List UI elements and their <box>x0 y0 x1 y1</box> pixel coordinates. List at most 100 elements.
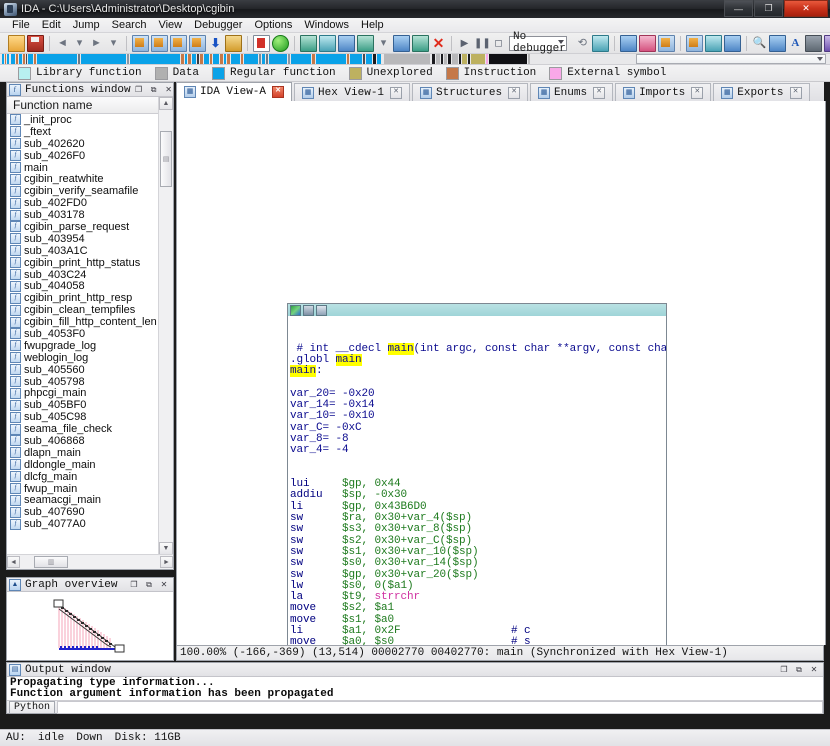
code-line-instruction[interactable]: lw $s0, 0($a1) <box>290 580 666 592</box>
functions-window-close-button[interactable]: ✕ <box>162 83 176 96</box>
code-line-instruction[interactable]: sw $s3, 0x30+var_8($sp) <box>290 523 666 535</box>
function-list[interactable]: f _init_proc f _ftext f sub_402620 f sub_4026F0… <box>7 114 159 555</box>
function-list-item[interactable]: f cgibin_fill_http_content_len <box>7 316 159 328</box>
minimize-button[interactable]: — <box>724 0 753 17</box>
maximize-button[interactable]: ❐ <box>754 0 783 17</box>
code-line-variable[interactable]: var_8= -8 <box>290 433 666 445</box>
tab-close-icon[interactable]: ✕ <box>508 86 521 99</box>
function-list-item[interactable]: f cgibin_parse_request <box>7 221 159 233</box>
list-view-icon[interactable] <box>685 34 703 52</box>
menu-debugger[interactable]: Debugger <box>188 18 248 32</box>
disassembly-window[interactable]: # int __cdecl main(int argc, const char … <box>287 303 667 645</box>
proximity-icon[interactable] <box>393 34 410 52</box>
graph-dropdown-icon[interactable]: ▾ <box>376 36 391 51</box>
output-window-float-button[interactable]: ⧉ <box>792 663 806 676</box>
functions-window-float-button[interactable]: ⧉ <box>147 83 161 96</box>
call-graph-icon[interactable] <box>357 34 374 52</box>
step-over-icon[interactable] <box>638 34 656 52</box>
tab-hex-view-1[interactable]: ▦ Hex View-1 ✕ <box>294 83 411 101</box>
function-list-item[interactable]: f sub_4077A0 <box>7 518 159 530</box>
open-file-icon[interactable] <box>8 34 25 52</box>
data-icon[interactable] <box>151 34 168 52</box>
abort-icon[interactable] <box>253 34 270 52</box>
attach-process-icon[interactable]: ⟲ <box>575 36 590 51</box>
function-list-item[interactable]: f sub_406868 <box>7 435 159 447</box>
debugger-options-icon[interactable] <box>591 34 609 52</box>
code-line-instruction[interactable]: la $t9, strrchr <box>290 591 666 603</box>
code-line-instruction[interactable]: sw $ra, 0x30+var_4($sp) <box>290 512 666 524</box>
code-line-signature[interactable]: # int __cdecl main(int argc, const char … <box>290 342 666 355</box>
code-line-variable[interactable]: var_4= -4 <box>290 444 666 456</box>
function-list-item[interactable]: f sub_4026F0 <box>7 150 159 162</box>
code-line-variable[interactable]: var_14= -0x14 <box>290 399 666 411</box>
code-line-variable[interactable]: var_20= -0x20 <box>290 388 666 400</box>
search-icon[interactable]: 🔍 <box>752 36 767 51</box>
text-mode-icon[interactable] <box>303 304 314 316</box>
vertical-scroll-thumb[interactable]: ▤ <box>160 131 172 187</box>
step-into-icon[interactable] <box>619 34 637 52</box>
function-list-item[interactable]: f _init_proc <box>7 114 159 126</box>
function-list-vertical-scrollbar[interactable]: ▲ ▤ ▼ <box>158 97 173 555</box>
function-name-column-header[interactable]: Function name <box>7 97 173 114</box>
function-list-item[interactable]: f sub_404058 <box>7 280 159 292</box>
menu-view[interactable]: View <box>152 18 188 32</box>
tab-ida-view-a[interactable]: ▦ IDA View-A ✕ <box>176 82 293 101</box>
function-list-item[interactable]: f dlcfg_main <box>7 471 159 483</box>
code-line-instruction[interactable]: li $gp, 0x43B6D0 <box>290 501 666 513</box>
delete-icon[interactable]: ✕ <box>431 36 446 51</box>
function-list-item[interactable]: f dlapn_main <box>7 447 159 459</box>
run-to-cursor-icon[interactable] <box>657 34 675 52</box>
code-line-variable[interactable]: var_10= -0x10 <box>290 410 666 422</box>
menu-edit[interactable]: Edit <box>36 18 67 32</box>
scripts-icon[interactable] <box>823 34 830 52</box>
function-list-item[interactable]: f cgibin_clean_tempfiles <box>7 304 159 316</box>
menu-help[interactable]: Help <box>355 18 390 32</box>
text-search-icon[interactable]: A <box>788 36 803 51</box>
code-icon[interactable] <box>132 34 149 52</box>
function-list-item[interactable]: f sub_405C98 <box>7 411 159 423</box>
ida-view-a-pane[interactable]: # int __cdecl main(int argc, const char … <box>176 101 826 645</box>
code-line-instruction[interactable]: move $s1, $a0 <box>290 614 666 626</box>
python-mode-button[interactable]: Python <box>9 700 56 714</box>
function-list-item[interactable]: f sub_403178 <box>7 209 159 221</box>
code-line-instruction[interactable]: sw $s0, 0x30+var_14($sp) <box>290 557 666 569</box>
run-icon[interactable] <box>272 34 289 52</box>
code-line-blank[interactable] <box>290 467 666 478</box>
graph-overview-float-button[interactable]: ⧉ <box>142 578 156 591</box>
function-list-item[interactable]: f sub_4053F0 <box>7 328 159 340</box>
tab-close-icon[interactable]: ✕ <box>789 86 802 99</box>
function-list-item[interactable]: f dldongle_main <box>7 459 159 471</box>
jump-down-icon[interactable]: ⬇ <box>208 36 223 51</box>
output-log[interactable]: Propagating type information... Function … <box>7 677 823 702</box>
debug-stop-icon[interactable]: ◻ <box>491 36 506 51</box>
function-list-item[interactable]: f cgibin_print_http_resp <box>7 292 159 304</box>
save-icon[interactable] <box>27 34 44 52</box>
tab-exports[interactable]: ▦ Exports ✕ <box>713 83 810 101</box>
function-list-item[interactable]: f sub_403C24 <box>7 269 159 281</box>
code-line-directive[interactable]: .globl main <box>290 353 666 366</box>
tab-enums[interactable]: ▦ Enums ✕ <box>530 83 614 101</box>
code-line-variable[interactable]: var_C= -0xC <box>290 422 666 434</box>
code-line-blank[interactable] <box>290 376 666 387</box>
close-button[interactable]: ✕ <box>784 0 828 17</box>
function-list-item[interactable]: f sub_405560 <box>7 364 159 376</box>
function-list-item[interactable]: f sub_402620 <box>7 138 159 150</box>
scroll-left-arrow-icon[interactable]: ◄ <box>7 556 20 568</box>
code-line-blank[interactable] <box>290 320 666 331</box>
horizontal-scroll-thumb[interactable]: ▥ <box>34 556 68 568</box>
function-list-item[interactable]: f sub_403954 <box>7 233 159 245</box>
graph-overview-canvas[interactable] <box>7 592 173 660</box>
undefine-icon[interactable] <box>189 34 206 52</box>
menu-windows[interactable]: Windows <box>298 18 355 32</box>
code-line-instruction[interactable]: move $a0, $s0 # s <box>290 636 666 645</box>
functions-window-minimize-button[interactable]: ❐ <box>132 83 146 96</box>
navigation-band[interactable] <box>0 54 830 65</box>
print-icon[interactable] <box>804 34 822 52</box>
graph-overview-minimize-button[interactable]: ❐ <box>127 578 141 591</box>
tab-close-icon[interactable]: ✕ <box>593 86 606 99</box>
tab-close-icon[interactable]: ✕ <box>691 86 704 99</box>
tab-close-icon[interactable]: ✕ <box>272 86 285 98</box>
menu-options[interactable]: Options <box>248 18 298 32</box>
string-icon[interactable] <box>225 34 242 52</box>
code-line-instruction[interactable]: sw $s2, 0x30+var_C($sp) <box>290 535 666 547</box>
